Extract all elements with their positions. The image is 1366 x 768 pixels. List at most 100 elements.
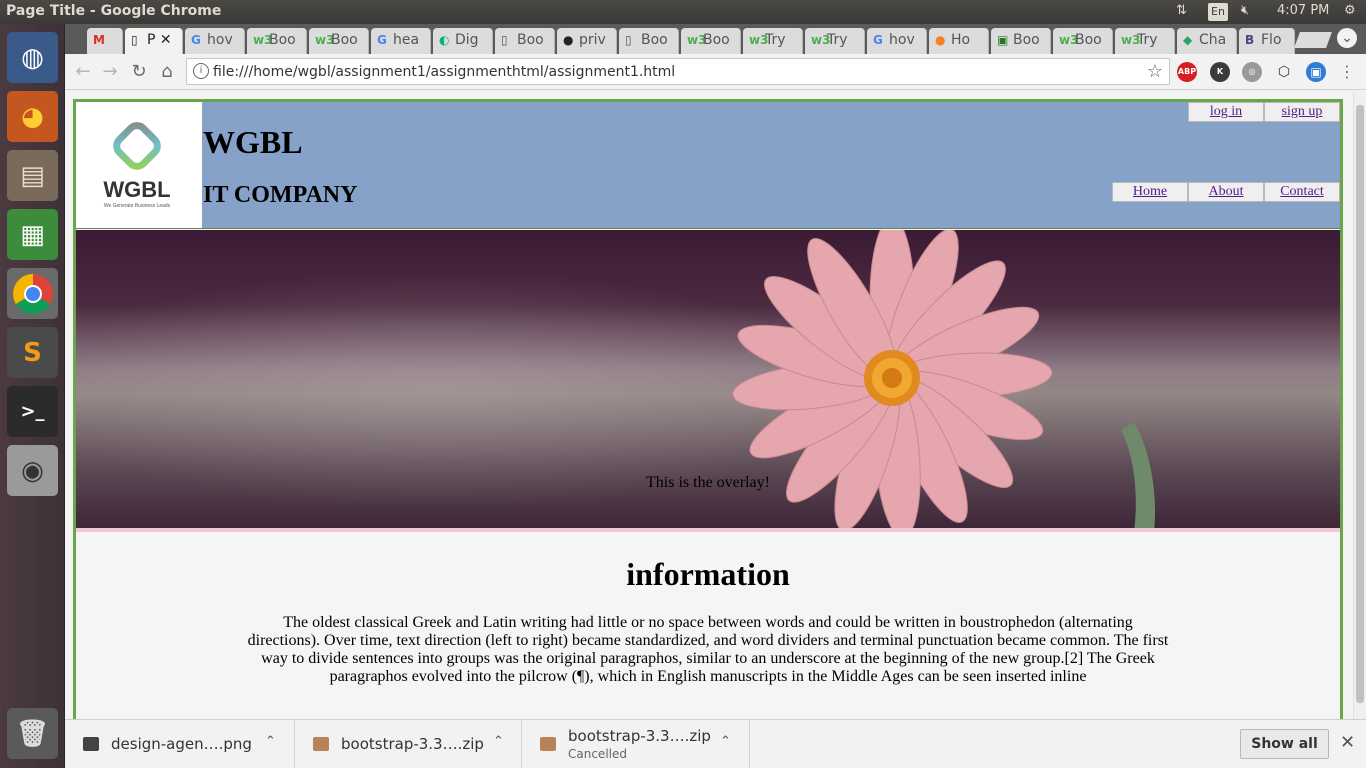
page-scrollbar[interactable] (1353, 91, 1366, 719)
browser-window: M ▯ P ✕ Ghov w3Boo w3Boo Ghea ◐ Dig ▯ Boo ●… (65, 24, 1366, 768)
w3schools-icon: w3 (1121, 33, 1141, 47)
archive-file-icon (313, 737, 329, 751)
site-subtitle: IT COMPANY (203, 182, 358, 208)
sublime-text-icon[interactable]: S (7, 327, 58, 378)
nav-about-link[interactable]: About (1188, 182, 1264, 202)
network-transfer-icon[interactable]: ⇅ (1176, 3, 1187, 18)
show-all-button[interactable]: Show all (1240, 729, 1329, 759)
power-gear-icon[interactable]: ⚙ (1344, 3, 1356, 18)
tab-item[interactable]: w3Boo (309, 28, 369, 54)
address-bar[interactable]: i file:///home/wgbl/assignment1/assignme… (186, 58, 1170, 85)
firefox-icon[interactable]: ◕ (7, 91, 58, 142)
tab-item[interactable]: ◆ Cha (1177, 28, 1237, 54)
download-item[interactable]: bootstrap-3.3….zip Cancelled ⌃ (522, 720, 750, 768)
overlay-caption: This is the overlay! (646, 474, 770, 491)
download-item[interactable]: bootstrap-3.3….zip ⌃ (295, 720, 522, 768)
chevron-up-icon[interactable]: ⌃ (493, 734, 504, 749)
tab-active[interactable]: ▯ P ✕ (125, 28, 183, 54)
tab-item[interactable]: w3Try (805, 28, 865, 54)
extension-k-icon[interactable]: K (1210, 62, 1230, 82)
tab-item[interactable]: Ghov (185, 28, 245, 54)
company-logo: WGBL We Generate Business Leads (76, 102, 202, 228)
camera-app-icon[interactable]: ◉ (7, 445, 58, 496)
extension-cube-icon[interactable]: ⬡ (1274, 62, 1294, 82)
site-container: WGBL We Generate Business Leads WGBL IT … (73, 99, 1343, 719)
image-file-icon (83, 737, 99, 751)
google-icon: G (377, 33, 387, 47)
tab-item[interactable]: ▯ Boo (495, 28, 555, 54)
google-icon: G (873, 33, 883, 47)
site-title: WGBL (203, 124, 303, 160)
tab-item[interactable]: w3Boo (1053, 28, 1113, 54)
download-filename: design-agen….png (111, 735, 252, 753)
tab-item[interactable]: ◐ Dig (433, 28, 493, 54)
tab-search-icon[interactable]: ⌄ (1337, 28, 1357, 48)
download-item[interactable]: design-agen….png ⌃ (65, 720, 295, 768)
tab-item[interactable]: w3Boo (247, 28, 307, 54)
page-viewport: WGBL We Generate Business Leads WGBL IT … (65, 91, 1353, 719)
tab-item[interactable]: ● Ho (929, 28, 989, 54)
scrollbar-thumb[interactable] (1356, 105, 1364, 703)
close-icon[interactable]: ✕ (1340, 732, 1355, 753)
w3schools-icon: w3 (687, 33, 707, 47)
ubuntu-dash-icon[interactable]: ◍ (7, 32, 58, 83)
tab-item[interactable]: Ghea (371, 28, 431, 54)
extension-blue-icon[interactable]: ▣ (1306, 62, 1326, 82)
w3schools-icon: w3 (811, 33, 831, 47)
signup-link[interactable]: sign up (1264, 102, 1340, 122)
nav-home-link[interactable]: Home (1112, 182, 1188, 202)
w3schools-icon: w3 (1059, 33, 1079, 47)
bootstrap-icon: B (1245, 33, 1255, 47)
chart-site-icon: ◆ (1183, 33, 1193, 47)
logo-wordmark: WGBL (103, 177, 170, 202)
volume-muted-icon[interactable]: 🔇︎ (1241, 3, 1249, 18)
section-paragraph: The oldest classical Greek and Latin wri… (247, 614, 1169, 685)
close-tab-icon[interactable]: ✕ (160, 32, 172, 48)
window-title: Page Title - Google Chrome (6, 3, 222, 19)
tab-item[interactable]: w3Try (1115, 28, 1175, 54)
page-icon: ▯ (131, 33, 138, 47)
tab-item[interactable]: ▣ Boo (991, 28, 1051, 54)
chrome-menu-icon[interactable]: ⋮ (1335, 60, 1359, 84)
w3schools-icon: w3 (749, 33, 769, 47)
files-icon[interactable]: ▤ (7, 150, 58, 201)
logo-tagline: We Generate Business Leads (104, 203, 171, 209)
terminal-icon[interactable]: >_ (7, 386, 58, 437)
bookmark-star-icon[interactable]: ☆ (1147, 61, 1163, 82)
tab-item[interactable]: Ghov (867, 28, 927, 54)
archive-file-icon (540, 737, 556, 751)
launcher: ◍ ◕ ▤ ▦ S >_ ◉ 🗑︎ (0, 24, 65, 768)
downloads-bar: design-agen….png ⌃ bootstrap-3.3….zip ⌃ … (65, 719, 1366, 768)
download-filename: bootstrap-3.3….zip (568, 727, 711, 745)
forward-arrow-icon[interactable]: → (98, 60, 122, 84)
nav-contact-link[interactable]: Contact (1264, 182, 1340, 202)
adblock-plus-icon[interactable]: ABP (1177, 62, 1197, 82)
reload-icon[interactable]: ↻ (127, 60, 151, 84)
extension-grey-icon[interactable]: ◎ (1242, 62, 1262, 82)
tab-item[interactable]: ● priv (557, 28, 617, 54)
login-link[interactable]: log in (1188, 102, 1264, 122)
green-square-icon: ▣ (997, 33, 1009, 47)
spreadsheet-icon[interactable]: ▦ (7, 209, 58, 260)
tab-item[interactable]: B Flo (1239, 28, 1295, 54)
trash-icon[interactable]: 🗑︎ (7, 708, 58, 759)
new-tab-button[interactable] (1294, 32, 1332, 48)
clock[interactable]: 4:07 PM (1277, 3, 1329, 18)
keyboard-layout-indicator[interactable]: En (1208, 3, 1228, 21)
back-arrow-icon[interactable]: ← (71, 60, 95, 84)
chrome-icon[interactable] (7, 268, 58, 319)
github-icon: ● (563, 33, 574, 47)
chevron-up-icon[interactable]: ⌃ (720, 734, 731, 749)
url-text[interactable]: file:///home/wgbl/assignment1/assignment… (213, 64, 675, 80)
home-icon[interactable]: ⌂ (155, 60, 179, 84)
tab-gmail[interactable]: M (87, 28, 123, 54)
chevron-up-icon[interactable]: ⌃ (265, 734, 276, 749)
tab-item[interactable]: w3Try (743, 28, 803, 54)
tab-item[interactable]: w3Boo (681, 28, 741, 54)
os-top-panel: Page Title - Google Chrome ⇅ En 🔇︎ 4:07 … (0, 0, 1366, 24)
page-info-icon[interactable]: i (193, 63, 209, 79)
digital-icon: ◐ (439, 33, 450, 47)
download-filename: bootstrap-3.3….zip (341, 735, 484, 753)
tab-item[interactable]: ▯ Boo (619, 28, 679, 54)
gmail-icon: M (93, 33, 105, 47)
